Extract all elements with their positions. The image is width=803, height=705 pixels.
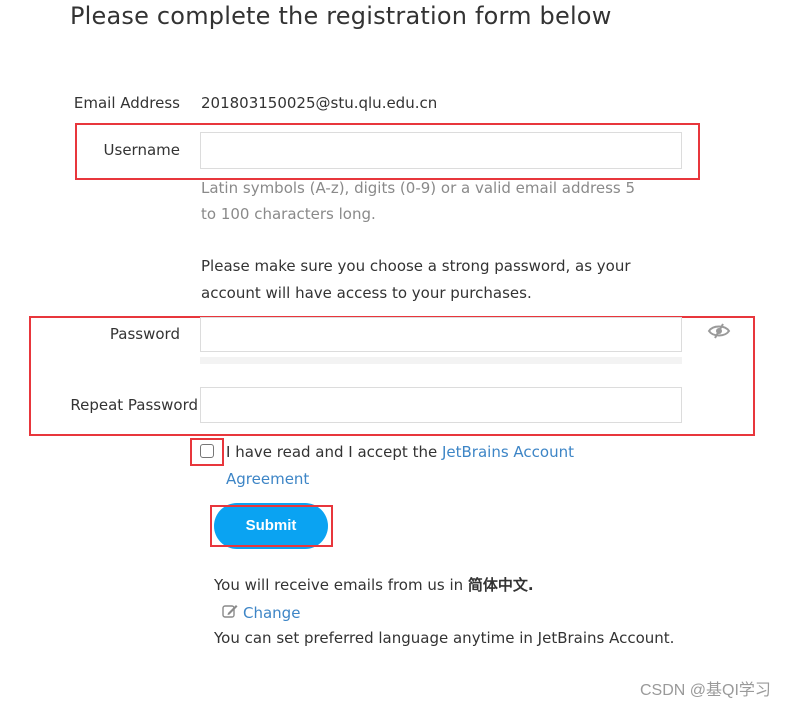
username-hint: Latin symbols (A-z), digits (0-9) or a v…: [201, 179, 636, 223]
submit-highlight-box: [210, 505, 333, 547]
page-title: Please complete the registration form be…: [70, 2, 612, 30]
password-input[interactable]: [200, 317, 682, 352]
repeat-password-input[interactable]: [200, 387, 682, 423]
email-label: Email Address: [73, 94, 180, 112]
watermark: CSDN @基QI学习: [640, 682, 771, 699]
eye-slash-icon[interactable]: [707, 322, 731, 340]
change-language-link[interactable]: Change: [222, 599, 300, 626]
edit-icon: [222, 603, 238, 622]
change-label[interactable]: Change: [243, 604, 300, 622]
email-value: 201803150025@stu.qlu.edu.cn: [201, 94, 438, 112]
password-strength-bar: [200, 357, 682, 364]
language-set-text: You can set preferred language anytime i…: [214, 629, 675, 647]
agreement-label: I have read and I accept the: [226, 443, 442, 461]
password-notice: Please make sure you choose a strong pas…: [201, 257, 631, 302]
username-input[interactable]: [200, 132, 682, 169]
language-info: You will receive emails from us in 简体中文.: [214, 572, 534, 599]
language-receive-text: You will receive emails from us in: [214, 576, 468, 594]
username-label: Username: [103, 141, 180, 159]
repeat-password-label: Repeat Password: [70, 396, 198, 414]
password-label: Password: [109, 325, 180, 343]
agreement-text: I have read and I accept the JetBrains A…: [226, 439, 646, 493]
language-name: 简体中文.: [467, 576, 534, 594]
agreement-checkbox[interactable]: [200, 444, 214, 458]
